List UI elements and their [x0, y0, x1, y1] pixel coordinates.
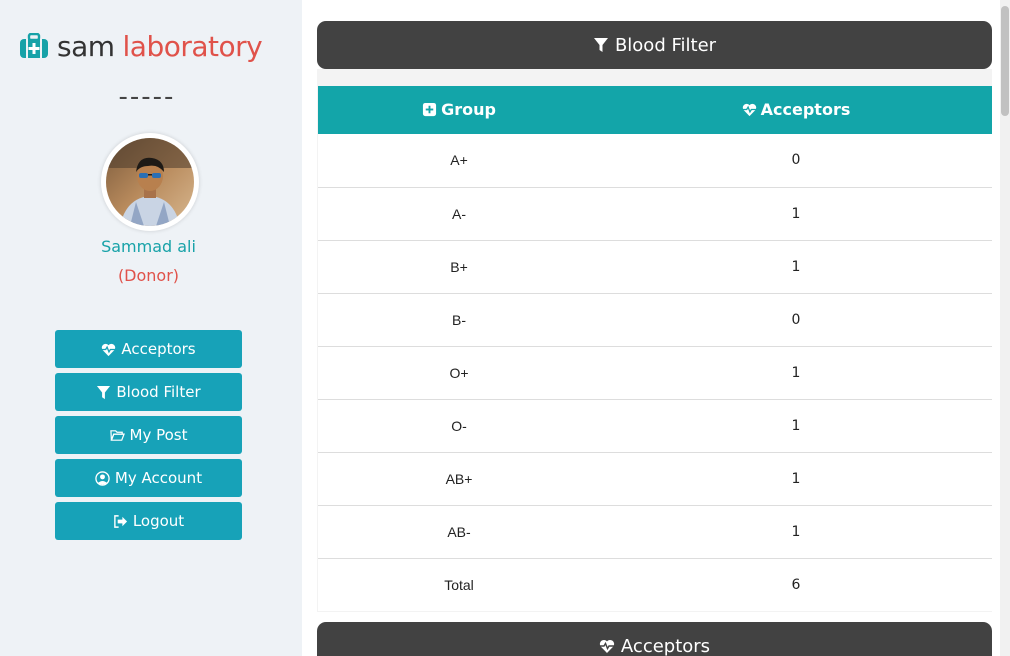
table-row: AB- 1 — [318, 505, 992, 559]
blood-group-table: Group Acceptors A+ 0 A- 1 B+ 1 B- 0 O+ 1… — [318, 86, 992, 611]
my-account-button[interactable]: My Account — [55, 459, 242, 497]
heartbeat-icon — [599, 639, 615, 653]
acceptors-button[interactable]: Acceptors — [55, 330, 242, 368]
my-account-button-label: My Account — [114, 469, 203, 487]
blood-group-cell: B+ — [318, 240, 600, 294]
sidebar: sam laboratory ----- Sammad ali (Donor) … — [0, 0, 302, 656]
blood-group-cell: O- — [318, 399, 600, 453]
table-row: B- 0 — [318, 293, 992, 347]
sidebar-nav: Acceptors Blood Filter My Post My Accoun… — [55, 330, 242, 545]
sign-out-icon — [113, 514, 127, 528]
acceptor-count-cell: 1 — [600, 240, 992, 294]
acceptor-count-cell: 1 — [600, 346, 992, 400]
brand-name-part1: sam — [57, 29, 115, 63]
table-row: A+ 0 — [318, 134, 992, 188]
acceptors-button-label: Acceptors — [121, 340, 196, 358]
total-label: Total — [444, 576, 474, 593]
acceptors-column-header: Acceptors — [600, 86, 992, 134]
folder-open-icon — [109, 429, 125, 441]
blood-group-cell: B- — [318, 293, 600, 347]
table-header-row: Group Acceptors — [318, 86, 992, 134]
panel-title: Blood Filter — [614, 34, 717, 56]
blood-filter-button[interactable]: Blood Filter — [55, 373, 242, 411]
user-circle-icon — [95, 470, 110, 486]
medkit-icon — [20, 33, 48, 58]
acceptors-panel-header: Acceptors — [317, 622, 992, 656]
logout-button-label: Logout — [132, 512, 185, 530]
table-row: B+ 1 — [318, 240, 992, 294]
blood-table-container: Group Acceptors A+ 0 A- 1 B+ 1 B- 0 O+ 1… — [317, 69, 992, 612]
next-panel-title: Acceptors — [620, 635, 711, 656]
blood-group-cell: A+ — [318, 134, 600, 188]
user-role: (Donor) — [117, 266, 180, 285]
brand-name-part2: laboratory — [122, 29, 263, 63]
table-row: A- 1 — [318, 187, 992, 241]
my-post-button[interactable]: My Post — [55, 416, 242, 454]
acceptor-count-cell: 1 — [600, 399, 992, 453]
blood-group-cell: AB+ — [318, 452, 600, 506]
page-scrollbar[interactable] — [1000, 0, 1010, 656]
acceptor-count-cell: 0 — [600, 293, 992, 347]
avatar — [101, 133, 199, 231]
acceptor-count-cell: 1 — [600, 187, 992, 241]
heartbeat-icon — [102, 343, 116, 356]
total-value: 6 — [791, 576, 801, 593]
filter-icon — [593, 38, 608, 52]
blood-group-cell: O+ — [318, 346, 600, 400]
user-name: Sammad ali — [101, 237, 196, 256]
my-post-button-label: My Post — [129, 426, 188, 444]
filter-icon — [97, 385, 111, 399]
divider: ----- — [118, 82, 176, 112]
scrollbar-thumb[interactable] — [1001, 6, 1009, 116]
blood-filter-button-label: Blood Filter — [116, 383, 201, 401]
blood-group-cell: A- — [318, 187, 600, 241]
plus-square-icon — [423, 102, 437, 116]
group-column-label: Group — [441, 99, 496, 119]
group-column-header: Group — [318, 86, 600, 134]
total-row: Total 6 — [318, 558, 992, 611]
logout-button[interactable]: Logout — [55, 502, 242, 540]
table-row: AB+ 1 — [318, 452, 992, 506]
table-row: O- 1 — [318, 399, 992, 453]
brand-logo[interactable]: sam laboratory — [19, 28, 263, 64]
table-row: O+ 1 — [318, 346, 992, 400]
profile-photo — [106, 138, 194, 226]
heartbeat-icon — [742, 103, 756, 116]
acceptor-count-cell: 0 — [600, 134, 992, 188]
blood-group-cell: AB- — [318, 505, 600, 559]
blood-filter-panel-header: Blood Filter — [317, 21, 992, 69]
acceptor-count-cell: 1 — [600, 452, 992, 506]
acceptor-count-cell: 1 — [600, 505, 992, 559]
acceptors-column-label: Acceptors — [760, 99, 851, 119]
